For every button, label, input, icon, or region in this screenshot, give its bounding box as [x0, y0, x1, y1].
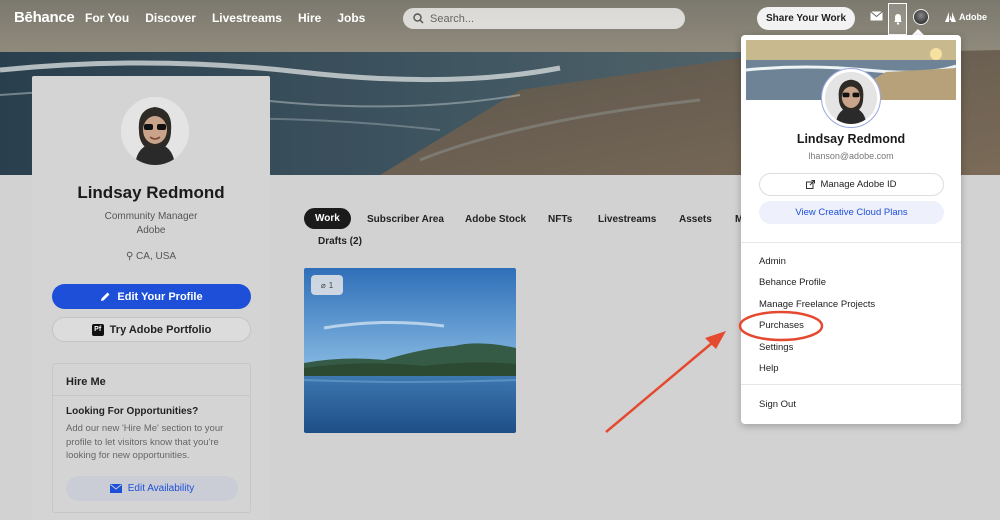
edit-availability-label: Edit Availability — [127, 483, 195, 494]
mail-icon[interactable] — [870, 10, 883, 24]
view-cc-plans-button[interactable]: View Creative Cloud Plans — [759, 201, 944, 224]
dropdown-user-name: Lindsay Redmond — [796, 132, 906, 146]
user-avatar-button[interactable] — [913, 9, 929, 25]
profile-location: ⚲ CA, USA — [32, 251, 270, 262]
tab-adobe-stock[interactable]: Adobe Stock — [465, 214, 526, 225]
main-nav: For You Discover Livestreams Hire Jobs — [85, 11, 381, 25]
bell-icon — [893, 14, 902, 25]
pencil-icon — [101, 292, 110, 301]
search-icon — [413, 13, 424, 24]
menu-item-behance-profile[interactable]: Behance Profile — [759, 277, 826, 288]
adobe-link[interactable]: Adobe — [945, 12, 987, 22]
edit-profile-label: Edit Your Profile — [117, 290, 203, 303]
edit-profile-button[interactable]: Edit Your Profile — [52, 284, 251, 309]
menu-item-settings[interactable]: Settings — [759, 342, 793, 353]
nav-link-hire[interactable]: Hire — [298, 11, 321, 25]
hire-subtitle: Looking For Opportunities? — [66, 406, 199, 417]
attachment-count-badge: ⌀ 1 — [311, 275, 343, 295]
menu-item-help[interactable]: Help — [759, 363, 779, 374]
external-link-icon — [806, 180, 816, 189]
dropdown-divider-bottom — [741, 384, 961, 385]
profile-name: Lindsay Redmond — [77, 183, 225, 202]
profile-title: Community Manager — [104, 211, 198, 222]
portfolio-logo-icon: Pf — [91, 323, 104, 336]
tab-livestreams[interactable]: Livestreams — [598, 214, 656, 225]
envelope-icon — [109, 484, 122, 493]
behance-logo[interactable]: Bēhance — [14, 9, 75, 26]
pointer-arrow — [605, 337, 719, 433]
notifications-button[interactable] — [888, 3, 907, 35]
portfolio-label: Try Adobe Portfolio — [109, 323, 212, 336]
manage-adobe-id-label: Manage Adobe ID — [820, 179, 897, 190]
hire-me-title: Hire Me — [66, 376, 106, 388]
account-dropdown: Lindsay Redmond lhanson@adobe.com Manage… — [741, 35, 961, 424]
menu-item-purchases[interactable]: Purchases — [759, 320, 804, 331]
dropdown-user-email: lhanson@adobe.com — [808, 151, 894, 161]
hire-description: Add our new 'Hire Me' section to your pr… — [66, 423, 224, 461]
attachment-count: 1 — [328, 280, 334, 290]
tab-nfts[interactable]: NFTs — [548, 214, 572, 225]
location-text: CA, USA — [136, 251, 177, 262]
location-pin-icon: ⚲ — [125, 251, 134, 262]
search-bar[interactable] — [403, 8, 685, 29]
profile-role: Community Manager Adobe — [32, 210, 270, 238]
nav-link-livestreams[interactable]: Livestreams — [212, 11, 282, 25]
tab-work[interactable]: Work — [304, 208, 351, 229]
manage-adobe-id-button[interactable]: Manage Adobe ID — [759, 173, 944, 196]
nav-link-jobs[interactable]: Jobs — [337, 11, 365, 25]
tab-subscriber-area[interactable]: Subscriber Area — [367, 214, 444, 225]
nav-link-discover[interactable]: Discover — [145, 11, 196, 25]
share-your-work-button[interactable]: Share Your Work — [757, 7, 855, 30]
try-adobe-portfolio-button[interactable]: Pf Try Adobe Portfolio — [52, 317, 251, 342]
nav-link-for-you[interactable]: For You — [85, 11, 129, 25]
profile-company: Adobe — [136, 225, 166, 236]
edit-availability-button[interactable]: Edit Availability — [66, 476, 238, 501]
adobe-logo-icon — [945, 12, 956, 22]
paperclip-icon: ⌀ — [320, 280, 326, 290]
search-input[interactable] — [430, 12, 670, 25]
menu-item-admin[interactable]: Admin — [759, 256, 786, 267]
tab-assets[interactable]: Assets — [679, 214, 712, 225]
pointer-arrow-head — [705, 331, 726, 349]
menu-item-freelance-projects[interactable]: Manage Freelance Projects — [759, 299, 875, 310]
dropdown-divider — [741, 242, 961, 243]
adobe-label: Adobe — [959, 12, 987, 22]
tab-drafts[interactable]: Drafts (2) — [318, 236, 362, 247]
dropdown-avatar — [821, 68, 881, 128]
hire-divider — [52, 395, 251, 396]
menu-item-sign-out[interactable]: Sign Out — [759, 399, 796, 410]
profile-avatar[interactable] — [121, 97, 189, 165]
